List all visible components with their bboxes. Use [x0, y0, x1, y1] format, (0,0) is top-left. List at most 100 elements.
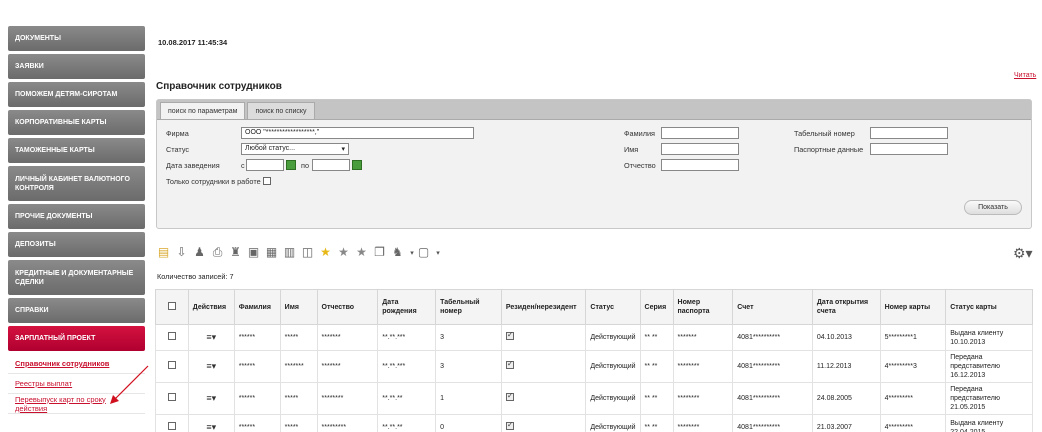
star-icon[interactable]: ★ — [318, 245, 333, 260]
export-icon[interactable]: ▢ — [416, 245, 431, 260]
read-link[interactable]: Читать — [1014, 72, 1036, 79]
status-select[interactable]: Любой статус... ▾ — [241, 143, 349, 155]
row-checkbox[interactable] — [167, 332, 176, 340]
table-header-row: Действия Фамилия Имя Отчество Дата рожде… — [155, 289, 1033, 325]
sidebar-item-customs-cards[interactable]: ТАМОЖЕННЫЕ КАРТЫ — [8, 138, 145, 163]
column-header[interactable]: Резиден/нерезидент — [500, 289, 587, 325]
import-icon[interactable]: ⇩ — [174, 245, 189, 260]
row-select-cell[interactable] — [155, 382, 189, 415]
card-status-cell: Передана представителю 21.05.2015 — [945, 382, 1033, 415]
row-select-cell[interactable] — [155, 324, 189, 351]
tab-number-cell: 3 — [435, 324, 502, 351]
date-to-field[interactable] — [312, 159, 350, 171]
sidebar-item-other-documents[interactable]: ПРОЧИЕ ДОКУМЕНТЫ — [8, 204, 145, 229]
column-header[interactable]: Счет — [732, 289, 813, 325]
actions-menu-icon[interactable]: ≡▾ — [206, 422, 216, 432]
sidebar-item-deposits[interactable]: ДЕПОЗИТЫ — [8, 232, 145, 257]
firm-field[interactable]: ООО "******************," — [241, 127, 474, 139]
new-document-icon[interactable]: ▤ — [156, 245, 171, 260]
row-actions-cell[interactable]: ≡▾ — [187, 350, 235, 383]
date-from-field[interactable] — [246, 159, 284, 171]
gear-icon[interactable]: ⚙▾ — [1013, 245, 1033, 262]
passport-field[interactable] — [870, 143, 948, 155]
column-header[interactable]: Дата рождения — [377, 289, 437, 325]
edit-user-icon[interactable]: ♜ — [228, 245, 243, 260]
sidebar-item-orphans[interactable]: ПОМОЖЕМ ДЕТЯМ-СИРОТАМ — [8, 82, 145, 107]
series-cell: ** ** — [639, 382, 674, 415]
row-actions-cell[interactable]: ≡▾ — [187, 414, 235, 432]
column-header[interactable]: Номер карты — [879, 289, 947, 325]
star-list-icon[interactable]: ★ — [354, 245, 369, 260]
column-header[interactable]: Номер паспорта — [672, 289, 734, 325]
column-header[interactable]: Фамилия — [233, 289, 281, 325]
account-opened-cell: 04.10.2013 — [811, 324, 881, 351]
calendar-icon[interactable] — [352, 160, 362, 170]
card-number-cell: 4********* — [879, 414, 947, 432]
actions-menu-icon[interactable]: ≡▾ — [206, 361, 216, 371]
card-export-icon[interactable]: ◫ — [300, 245, 315, 260]
sidebar-item-documents[interactable]: ДОКУМЕНТЫ — [8, 26, 145, 51]
row-actions-cell[interactable]: ≡▾ — [187, 324, 235, 351]
table-row[interactable]: ≡▾ ****** ***** ******** **.**.** 1 Дейс… — [155, 382, 1033, 415]
chevron-down-icon: ▾ — [341, 146, 345, 153]
column-header[interactable]: Дата открытия счета — [811, 289, 881, 325]
sidebar-item-references[interactable]: СПРАВКИ — [8, 298, 145, 323]
user-icon[interactable]: ♟ — [192, 245, 207, 260]
tab-number-field[interactable] — [870, 127, 948, 139]
column-header[interactable]: Имя — [279, 289, 318, 325]
account-cell: 4081********** — [732, 324, 813, 351]
row-checkbox[interactable] — [167, 422, 176, 430]
tab-search-list[interactable]: поиск по списку — [247, 102, 315, 119]
users-icon[interactable]: ♞ — [390, 245, 405, 260]
show-button[interactable]: Показать — [964, 200, 1022, 215]
sidebar-item-credit-deals[interactable]: КРЕДИТНЫЕ И ДОКУМЕНТАРНЫЕ СДЕЛКИ — [8, 260, 145, 295]
calendar-icon[interactable] — [286, 160, 296, 170]
lastname-field[interactable] — [661, 127, 739, 139]
select-all-header[interactable] — [155, 289, 189, 325]
page-title: Справочник сотрудников — [156, 81, 282, 92]
employees-table: Действия Фамилия Имя Отчество Дата рожде… — [155, 289, 1033, 432]
copy-icon[interactable]: ❐ — [372, 245, 387, 260]
card-stack-icon[interactable]: ▦ — [264, 245, 279, 260]
firstname-cell: ***** — [279, 382, 318, 415]
table-row[interactable]: ≡▾ ****** ***** ******* **.**.*** 3 Дейс… — [155, 324, 1033, 351]
column-header[interactable]: Табельный номер — [435, 289, 502, 325]
card-icon[interactable]: ▣ — [246, 245, 261, 260]
sidebar-item-salary-project[interactable]: ЗАРПЛАТНЫЙ ПРОЕКТ — [8, 326, 145, 351]
row-checkbox[interactable] — [167, 393, 176, 401]
patronymic-cell: ******** — [316, 382, 379, 415]
column-header[interactable]: Отчество — [316, 289, 379, 325]
firstname-cell: ***** — [279, 414, 318, 432]
actions-menu-icon[interactable]: ≡▾ — [206, 393, 216, 403]
row-actions-cell[interactable]: ≡▾ — [187, 382, 235, 415]
star-remove-icon[interactable]: ★ — [336, 245, 351, 260]
card-list-icon[interactable]: ▥ — [282, 245, 297, 260]
row-checkbox[interactable] — [167, 361, 176, 369]
tab-search-params[interactable]: поиск по параметрам — [160, 102, 246, 119]
sidebar-item-corporate-cards[interactable]: КОРПОРАТИВНЫЕ КАРТЫ — [8, 110, 145, 135]
sidebar-item-currency-control[interactable]: ЛИЧНЫЙ КАБИНЕТ ВАЛЮТНОГО КОНТРОЛЯ — [8, 166, 145, 201]
firstname-field[interactable] — [661, 143, 739, 155]
chevron-down-icon[interactable]: ▾ — [434, 249, 442, 257]
table-row[interactable]: ≡▾ ****** ***** ********* **.**.** 0 Дей… — [155, 414, 1033, 432]
column-header[interactable]: Статус карты — [945, 289, 1033, 325]
row-select-cell[interactable] — [155, 414, 189, 432]
patronymic-field[interactable] — [661, 159, 739, 171]
status-select-value: Любой статус... — [245, 145, 296, 152]
actions-menu-icon[interactable]: ≡▾ — [206, 332, 216, 342]
column-header[interactable]: Серия — [639, 289, 674, 325]
tab-number-cell: 1 — [435, 382, 502, 415]
card-status-cell: Передана представителю 16.12.2013 — [945, 350, 1033, 383]
column-header[interactable]: Действия — [187, 289, 235, 325]
chevron-down-icon[interactable]: ▾ — [408, 249, 416, 257]
print-icon[interactable]: ⎙ — [210, 245, 225, 260]
column-header[interactable]: Статус — [585, 289, 641, 325]
patronymic-cell: ********* — [316, 414, 379, 432]
date-from-label: с — [241, 161, 245, 170]
row-select-cell[interactable] — [155, 350, 189, 383]
account-cell: 4081********** — [732, 350, 813, 383]
only-working-checkbox[interactable] — [263, 177, 271, 185]
sidebar-item-requests[interactable]: ЗАЯВКИ — [8, 54, 145, 79]
table-row[interactable]: ≡▾ ****** ******* ******* **.**.*** 3 Де… — [155, 350, 1033, 383]
select-all-checkbox[interactable] — [167, 301, 176, 310]
